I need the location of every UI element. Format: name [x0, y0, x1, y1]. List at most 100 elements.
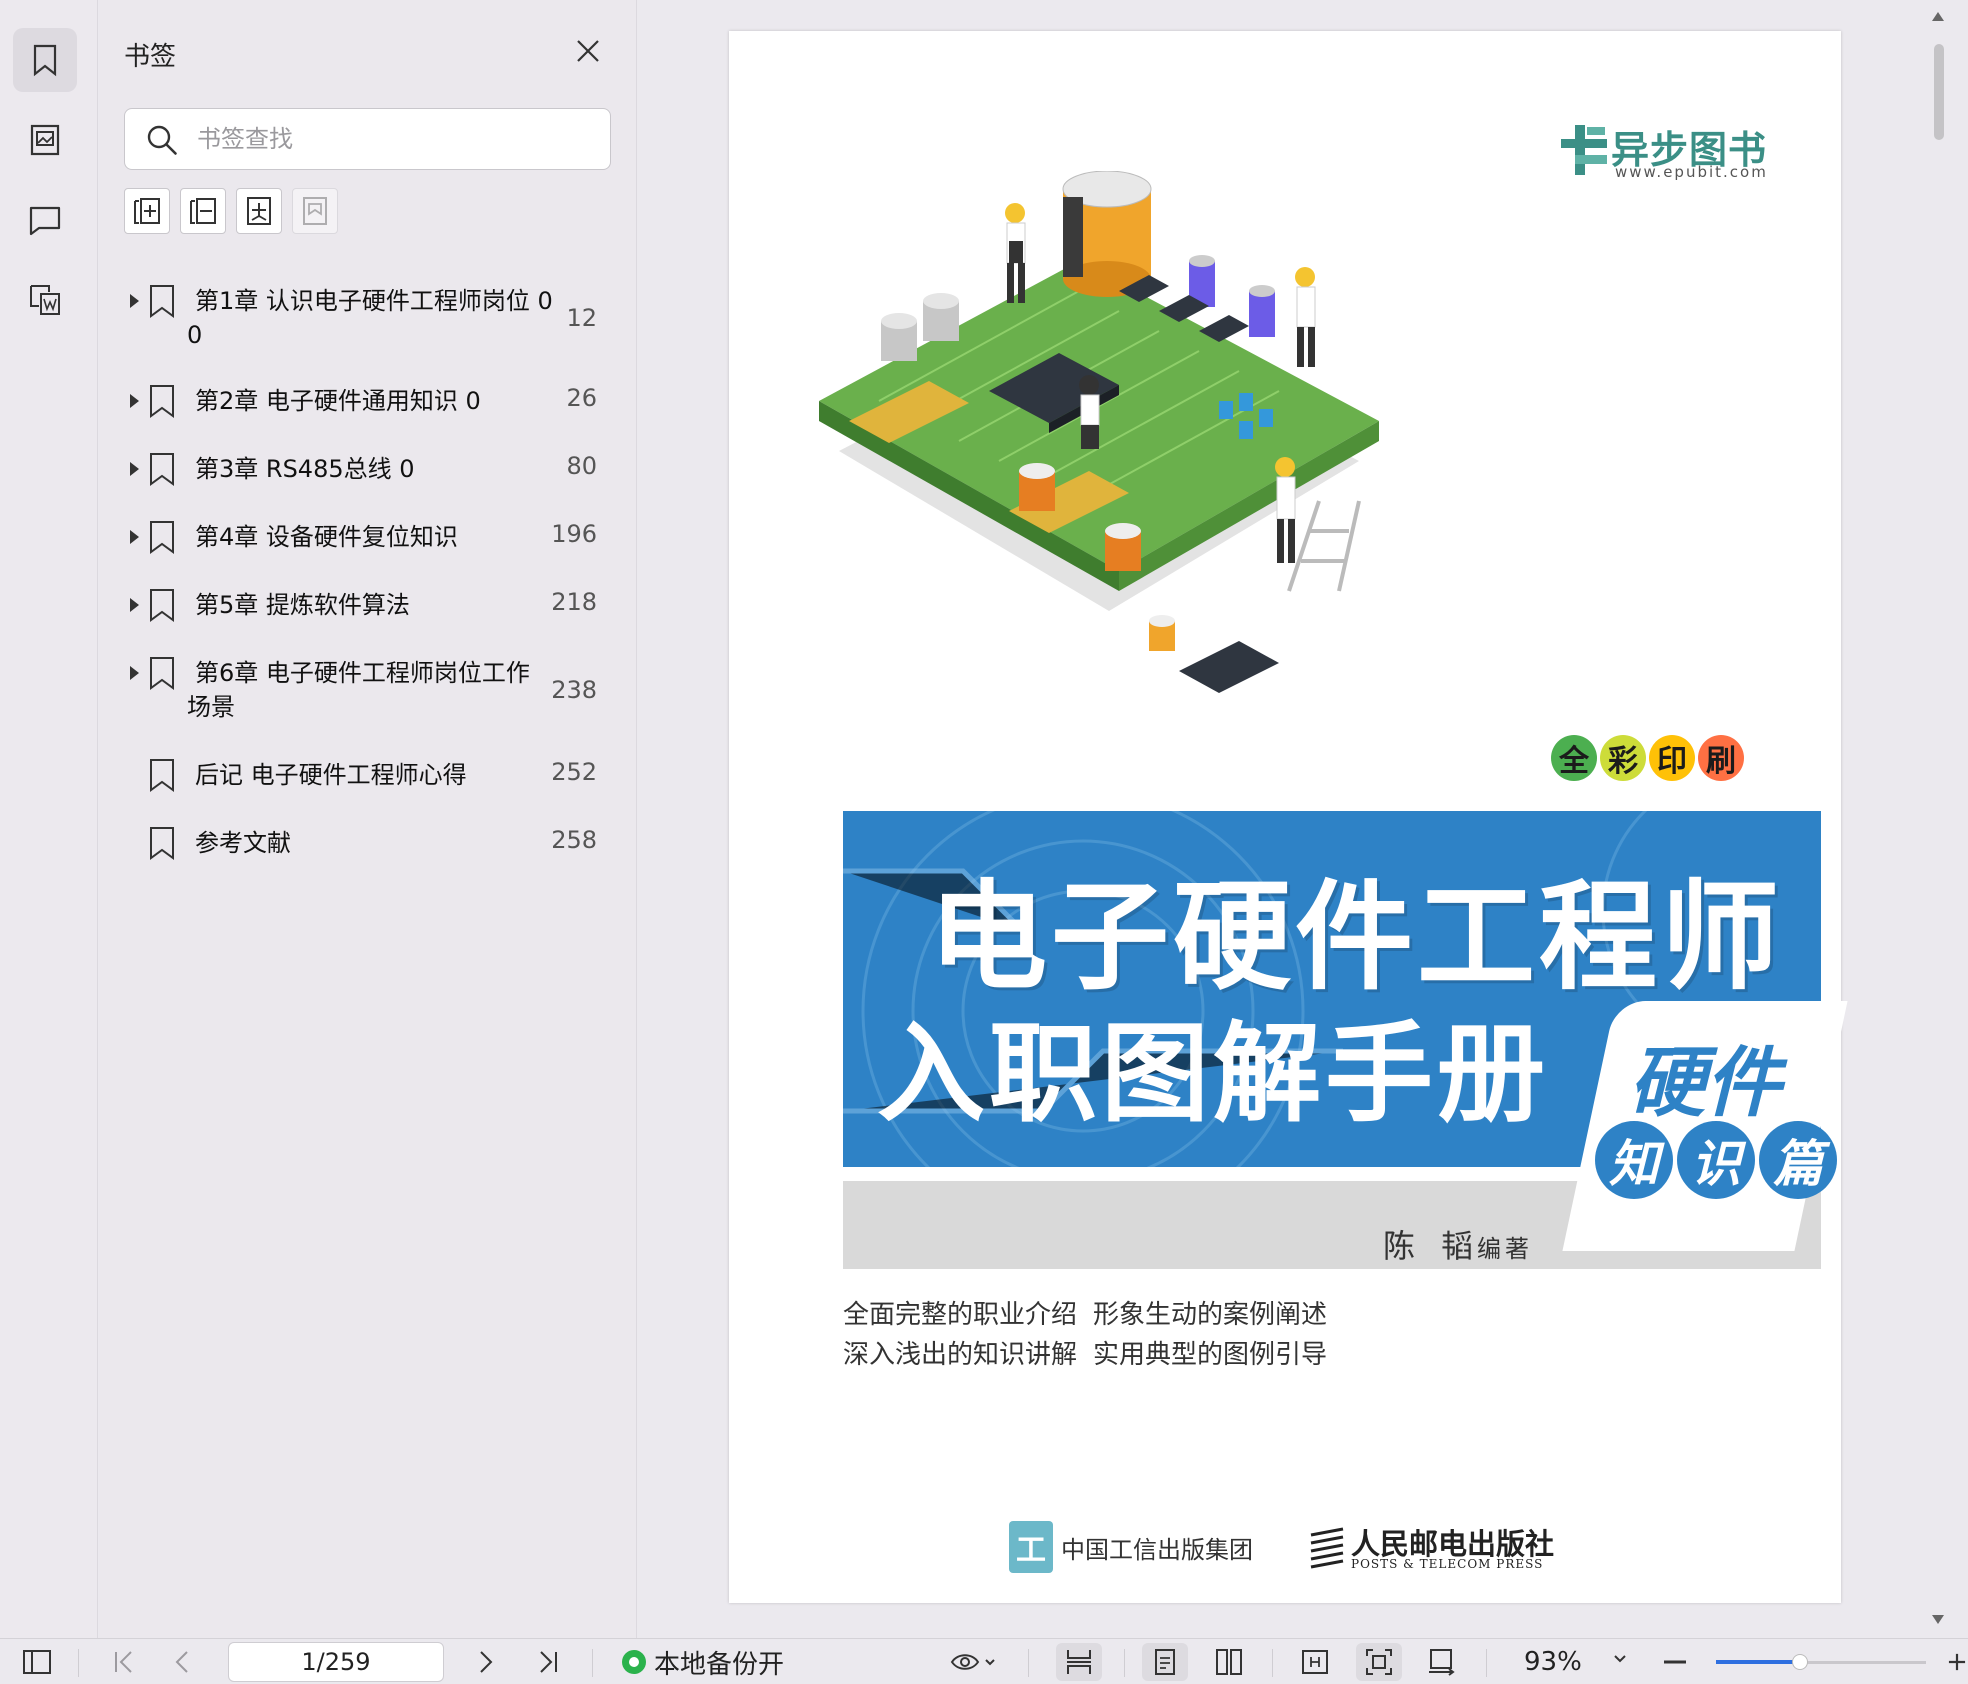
bookmark-tab-button[interactable]	[13, 28, 77, 92]
bookmark-label: 第5章 提炼软件算法	[195, 591, 410, 619]
bookmark-flag-icon	[150, 521, 174, 554]
feature-list: 全面完整的职业介绍 形象生动的案例阐述 深入浅出的知识讲解 实用典型的图例引导	[843, 1295, 1343, 1375]
bookmark-label: 第3章 RS485总线 0	[195, 455, 415, 483]
plus-icon	[1948, 1653, 1966, 1671]
continuous-scroll-button[interactable]	[1056, 1643, 1102, 1681]
panel-title: 书签	[124, 42, 177, 72]
collapse-all-icon	[190, 198, 216, 224]
chevron-down-icon[interactable]	[1614, 1653, 1626, 1665]
single-page-button[interactable]	[1142, 1643, 1188, 1681]
bookmark-search-box[interactable]	[124, 108, 611, 170]
bookmark-label: 第1章 认识电子硬件工程师岗位 00	[187, 287, 553, 349]
subtitle-char: 篇	[1759, 1121, 1837, 1199]
scroll-down-arrow-icon[interactable]	[1932, 1615, 1944, 1624]
zoom-level[interactable]: 93%	[1524, 1643, 1582, 1681]
epubit-logo-icon	[1561, 125, 1607, 175]
close-icon[interactable]	[573, 36, 603, 66]
backup-status-dot-icon	[622, 1650, 646, 1674]
cover-subtitle-circles: 知 识 篇	[1595, 1121, 1837, 1199]
publisher-logos: 工 中国工信出版集团 人民邮电出版社 POSTS & TELECOM PRESS	[1009, 1521, 1569, 1581]
page-number-input[interactable]: 1/259	[228, 1642, 444, 1682]
bookmark-item[interactable]: 第6章 电子硬件工程师岗位工作 场景 238	[99, 656, 637, 726]
eye-icon	[950, 1654, 995, 1670]
cover-subtitle-top: 硬件	[1629, 1038, 1781, 1127]
toggle-sidebar-button[interactable]	[18, 1643, 56, 1681]
bookmark-item[interactable]: 第3章 RS485总线 0 80	[99, 452, 637, 488]
minus-icon	[1664, 1660, 1686, 1664]
collapse-all-button[interactable]	[180, 188, 226, 234]
zoom-slider-handle[interactable]	[1792, 1654, 1808, 1670]
expand-arrow-icon[interactable]	[130, 598, 139, 612]
chevron-left-icon	[175, 1651, 188, 1673]
bookmark-page-number: 252	[551, 758, 597, 786]
bookmark-item[interactable]: 第2章 电子硬件通用知识 0 26	[99, 384, 637, 420]
bookmark-page-number: 258	[551, 826, 597, 854]
document-viewport[interactable]: 异步图书 www.epubit.com 全 彩 印 刷 电子硬件工程师 入职图解…	[638, 0, 1948, 1638]
vertical-scrollbar[interactable]	[1928, 0, 1948, 1638]
add-sub-bookmark-icon	[247, 197, 271, 225]
pdf-page: 异步图书 www.epubit.com 全 彩 印 刷 电子硬件工程师 入职图解…	[729, 31, 1848, 1603]
bookmark-item[interactable]: 参考文献 258	[99, 826, 637, 862]
delete-bookmark-button[interactable]	[292, 188, 338, 234]
scrollbar-thumb[interactable]	[1934, 44, 1944, 140]
expand-arrow-icon[interactable]	[130, 462, 139, 476]
bookmark-page-number: 12	[566, 304, 597, 332]
bookmark-item[interactable]: 第5章 提炼软件算法 218	[99, 588, 637, 624]
full-color-char: 印	[1649, 735, 1695, 781]
bookmark-label: 参考文献	[195, 829, 291, 857]
bookmark-icon	[33, 44, 57, 77]
expand-arrow-icon[interactable]	[130, 394, 139, 408]
comment-icon	[29, 206, 61, 236]
bookmark-page-number: 218	[551, 588, 597, 616]
expand-arrow-icon[interactable]	[130, 666, 139, 680]
fit-page-button[interactable]	[1356, 1643, 1402, 1681]
publisher-group-name: 中国工信出版集团	[1061, 1535, 1253, 1564]
next-page-button[interactable]	[466, 1643, 504, 1681]
bookmark-flag-icon	[150, 759, 174, 792]
first-page-button[interactable]	[104, 1643, 142, 1681]
read-mode-button[interactable]	[944, 1643, 1004, 1681]
full-color-char: 彩	[1600, 735, 1646, 781]
previous-page-button[interactable]	[164, 1643, 202, 1681]
bookmark-item[interactable]: 第4章 设备硬件复位知识 196	[99, 520, 637, 556]
convert-word-tab-button[interactable]	[13, 268, 77, 332]
publisher-logo-url: www.epubit.com	[1615, 163, 1768, 181]
chevron-right-icon	[480, 1651, 493, 1673]
comment-tab-button[interactable]	[13, 188, 77, 252]
two-page-icon	[1216, 1649, 1242, 1675]
single-page-icon	[1155, 1649, 1175, 1675]
two-page-button[interactable]	[1206, 1643, 1252, 1681]
bookmark-page-number: 80	[566, 452, 597, 480]
add-sub-bookmark-button[interactable]	[236, 188, 282, 234]
ptpress-name-en: POSTS & TELECOM PRESS	[1351, 1557, 1544, 1571]
scroll-up-arrow-icon[interactable]	[1932, 12, 1944, 21]
rotate-button[interactable]	[1418, 1643, 1464, 1681]
add-bookmark-button[interactable]	[124, 188, 170, 234]
zoom-in-button[interactable]	[1946, 1643, 1968, 1681]
bookmark-flag-icon	[150, 827, 174, 860]
feature-row: 全面完整的职业介绍 形象生动的案例阐述	[843, 1300, 1328, 1330]
search-icon	[147, 125, 177, 155]
local-backup-toggle[interactable]: 本地备份开	[622, 1643, 784, 1681]
bookmark-label: 第2章 电子硬件通用知识 0	[195, 387, 481, 415]
bookmark-label: 后记 电子硬件工程师心得	[195, 761, 467, 789]
subtitle-char: 识	[1677, 1121, 1755, 1199]
bookmark-flag-icon	[150, 589, 174, 622]
add-bookmark-icon	[134, 198, 160, 224]
author-name: 陈 韬	[1383, 1227, 1482, 1265]
zoom-out-button[interactable]	[1660, 1643, 1690, 1681]
bookmark-page-number: 196	[551, 520, 597, 548]
bookmark-panel: 书签 第1章 认识电子硬件工程师岗位 00 12 第2章 电子硬件通用知识 0 …	[99, 0, 637, 1638]
full-color-char: 全	[1551, 735, 1597, 781]
fit-width-button[interactable]	[1292, 1643, 1338, 1681]
bookmark-item[interactable]: 后记 电子硬件工程师心得 252	[99, 758, 637, 794]
bookmark-item[interactable]: 第1章 认识电子硬件工程师岗位 00 12	[99, 284, 637, 354]
circuit-board-illustration	[819, 171, 1379, 693]
bookmark-search-input[interactable]	[197, 121, 597, 157]
thumbnail-tab-button[interactable]	[13, 108, 77, 172]
bookmark-page-number: 26	[566, 384, 597, 412]
last-page-button[interactable]	[530, 1643, 568, 1681]
expand-arrow-icon[interactable]	[130, 294, 139, 308]
expand-arrow-icon[interactable]	[130, 530, 139, 544]
cover-title-line2: 入职图解手册	[877, 1012, 1550, 1137]
